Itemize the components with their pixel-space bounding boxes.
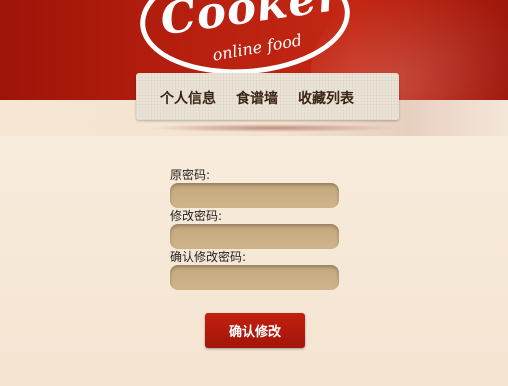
confirm-change-button[interactable]: 确认修改 (205, 313, 305, 348)
change-password-form: 原密码: 修改密码: 确认修改密码: (170, 168, 350, 291)
new-password-label: 修改密码: (170, 209, 223, 223)
old-password-label: 原密码: (170, 168, 211, 182)
new-password-input[interactable] (170, 224, 339, 249)
site-logo[interactable]: Cooker online food (136, 0, 355, 82)
old-password-input[interactable] (170, 183, 339, 208)
main-nav: 个人信息 食谱墙 收藏列表 (136, 73, 399, 120)
confirm-password-label: 确认修改密码: (170, 250, 247, 264)
nav-shadow (152, 124, 392, 132)
confirm-password-input[interactable] (170, 265, 339, 290)
nav-item-profile[interactable]: 个人信息 (160, 88, 216, 108)
nav-item-favorites[interactable]: 收藏列表 (298, 88, 354, 108)
nav-item-recipe-wall[interactable]: 食谱墙 (236, 88, 278, 108)
